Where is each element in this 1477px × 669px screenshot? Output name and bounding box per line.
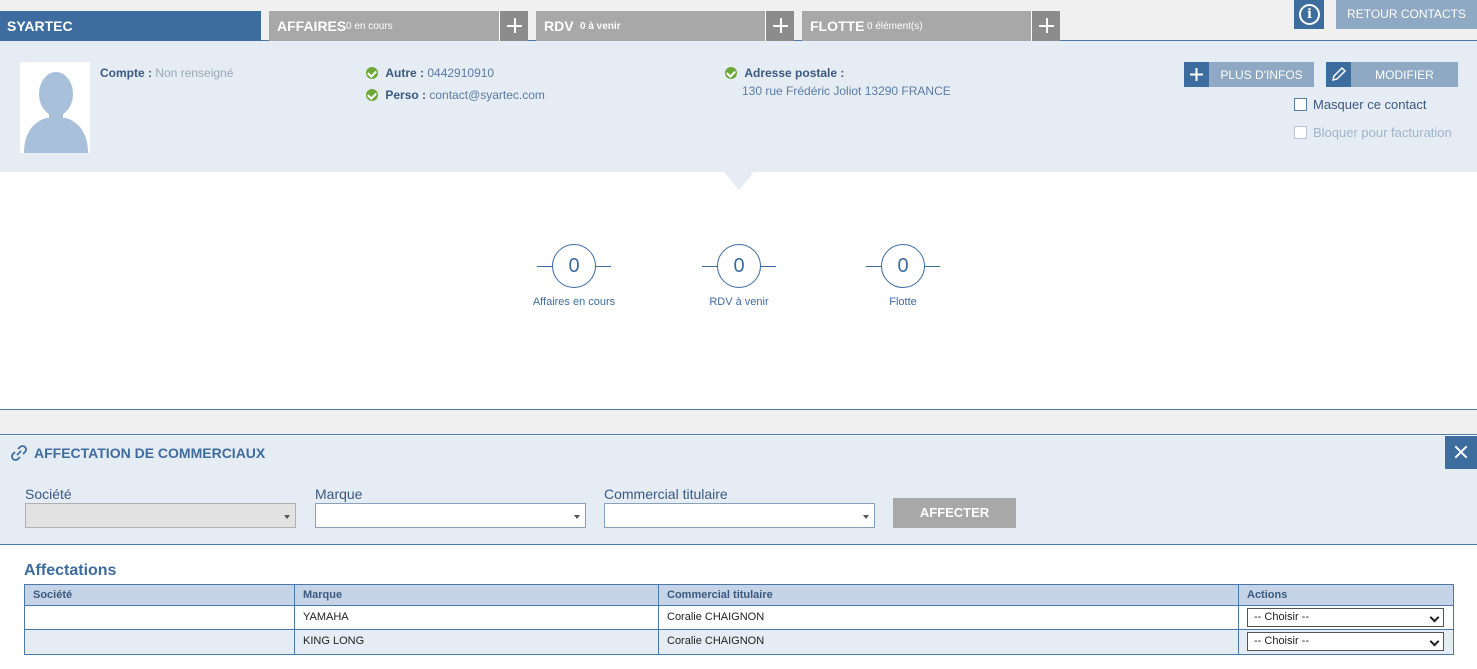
marque-select[interactable] — [315, 503, 586, 528]
affectation-title: AFFECTATION DE COMMERCIAUX — [34, 445, 266, 461]
commercial-select[interactable] — [604, 503, 875, 528]
plus-infos-label: PLUS D'INFOS — [1220, 68, 1303, 82]
tab-affaires-title: AFFAIRES — [277, 18, 347, 34]
info-icon: i — [1299, 4, 1320, 25]
commercial-label: Commercial titulaire — [604, 486, 728, 502]
pencil-icon — [1326, 62, 1351, 87]
tab-affaires-count: 0 en cours — [346, 21, 393, 32]
plus-icon — [1184, 62, 1209, 87]
table-row: YAMAHA Coralie CHAIGNON -- Choisir -- — [25, 606, 1453, 630]
societe-cell — [25, 630, 295, 654]
affecter-button[interactable]: AFFECTER — [893, 498, 1016, 528]
adresse-value: 130 rue Frédéric Joliot 13290 FRANCE — [742, 84, 951, 98]
add-affaire-icon[interactable] — [499, 11, 528, 41]
masquer-contact-checkbox[interactable]: Masquer ce contact — [1294, 97, 1426, 112]
avatar — [20, 62, 90, 153]
column-header: Société — [25, 585, 295, 605]
close-icon[interactable] — [1445, 436, 1477, 469]
perso-value[interactable]: contact@syartec.com — [429, 88, 545, 102]
compte-label: Compte : — [100, 66, 152, 80]
counter-label: RDV à venir — [709, 296, 769, 308]
masquer-label: Masquer ce contact — [1313, 97, 1427, 112]
check-icon — [366, 67, 378, 79]
checkbox-box[interactable] — [1294, 98, 1307, 111]
tab-rdv[interactable]: RDV 0 à venir — [536, 11, 794, 41]
counter-value: 0 — [717, 244, 761, 288]
add-rdv-icon[interactable] — [765, 11, 794, 41]
marque-cell: YAMAHA — [295, 606, 659, 629]
action-select[interactable]: -- Choisir -- — [1247, 608, 1444, 627]
marque-label: Marque — [315, 486, 363, 502]
counter-value: 0 — [881, 244, 925, 288]
compte-value: Non renseigné — [155, 66, 234, 80]
add-flotte-icon[interactable] — [1031, 11, 1060, 41]
top-bar: SYARTEC AFFAIRES 0 en cours RDV 0 à veni… — [0, 0, 1477, 41]
societe-select — [25, 503, 296, 528]
commercial-cell: Coralie CHAIGNON — [659, 630, 1239, 654]
bloquer-facturation-checkbox: Bloquer pour facturation — [1294, 125, 1452, 140]
check-icon — [366, 89, 378, 101]
check-icon — [725, 67, 737, 79]
tab-affaires[interactable]: AFFAIRES 0 en cours — [269, 11, 528, 41]
adresse-label: Adresse postale : — [744, 66, 845, 80]
perso-label: Perso : — [385, 88, 427, 102]
column-header: Actions — [1247, 589, 1288, 601]
societe-cell — [25, 606, 295, 629]
counter-value: 0 — [552, 244, 596, 288]
column-header: Marque — [295, 585, 659, 605]
checkbox-box — [1294, 126, 1307, 139]
autre-label: Autre : — [385, 66, 425, 80]
actions-cell: -- Choisir -- — [1239, 630, 1453, 654]
autre-value[interactable]: 0442910910 — [427, 66, 494, 80]
tab-flotte-title: FLOTTE — [810, 18, 865, 34]
affectation-header: AFFECTATION DE COMMERCIAUX — [0, 436, 1477, 469]
info-button[interactable]: i — [1294, 0, 1324, 29]
compte-field: Compte : Non renseigné — [100, 66, 233, 80]
tab-flotte-count: 0 élément(s) — [867, 21, 923, 32]
affectations-title: Affectations — [24, 562, 117, 579]
modifier-label: MODIFIER — [1375, 68, 1434, 82]
bloquer-label: Bloquer pour facturation — [1313, 125, 1452, 140]
tab-rdv-title: RDV — [544, 18, 574, 34]
link-icon — [11, 445, 27, 461]
actions-cell: -- Choisir -- — [1239, 606, 1453, 629]
commercial-cell: Coralie CHAIGNON — [659, 606, 1239, 629]
panel-pointer — [724, 172, 754, 190]
autre-phone-field: Autre : 0442910910 — [366, 66, 494, 80]
column-header: Commercial titulaire — [659, 585, 1239, 605]
section-separator — [0, 409, 1477, 435]
company-tab[interactable]: SYARTEC — [0, 11, 261, 41]
tab-rdv-count: 0 à venir — [580, 21, 621, 32]
modifier-button[interactable]: MODIFIER — [1326, 62, 1458, 87]
affectation-form: Société Marque Commercial titulaire AFFE… — [0, 469, 1477, 545]
table-header: Société Marque Commercial titulaire Acti… — [25, 585, 1453, 606]
societe-label: Société — [25, 486, 72, 502]
retour-contacts-button[interactable]: RETOUR CONTACTS — [1336, 0, 1477, 29]
tab-flotte[interactable]: FLOTTE 0 élément(s) — [802, 11, 1060, 41]
counter-label: Affaires en cours — [532, 296, 616, 308]
person-silhouette-icon — [24, 72, 88, 153]
marque-cell: KING LONG — [295, 630, 659, 654]
perso-email-field: Perso : contact@syartec.com — [366, 88, 545, 102]
counter-label: Flotte — [889, 296, 917, 308]
plus-infos-button[interactable]: PLUS D'INFOS — [1184, 62, 1314, 87]
affectations-table: Société Marque Commercial titulaire Acti… — [24, 584, 1454, 655]
action-select[interactable]: -- Choisir -- — [1247, 632, 1444, 651]
contact-panel: Compte : Non renseigné Autre : 044291091… — [0, 41, 1477, 172]
table-row: KING LONG Coralie CHAIGNON -- Choisir -- — [25, 630, 1453, 654]
adresse-field: Adresse postale : — [725, 66, 844, 80]
